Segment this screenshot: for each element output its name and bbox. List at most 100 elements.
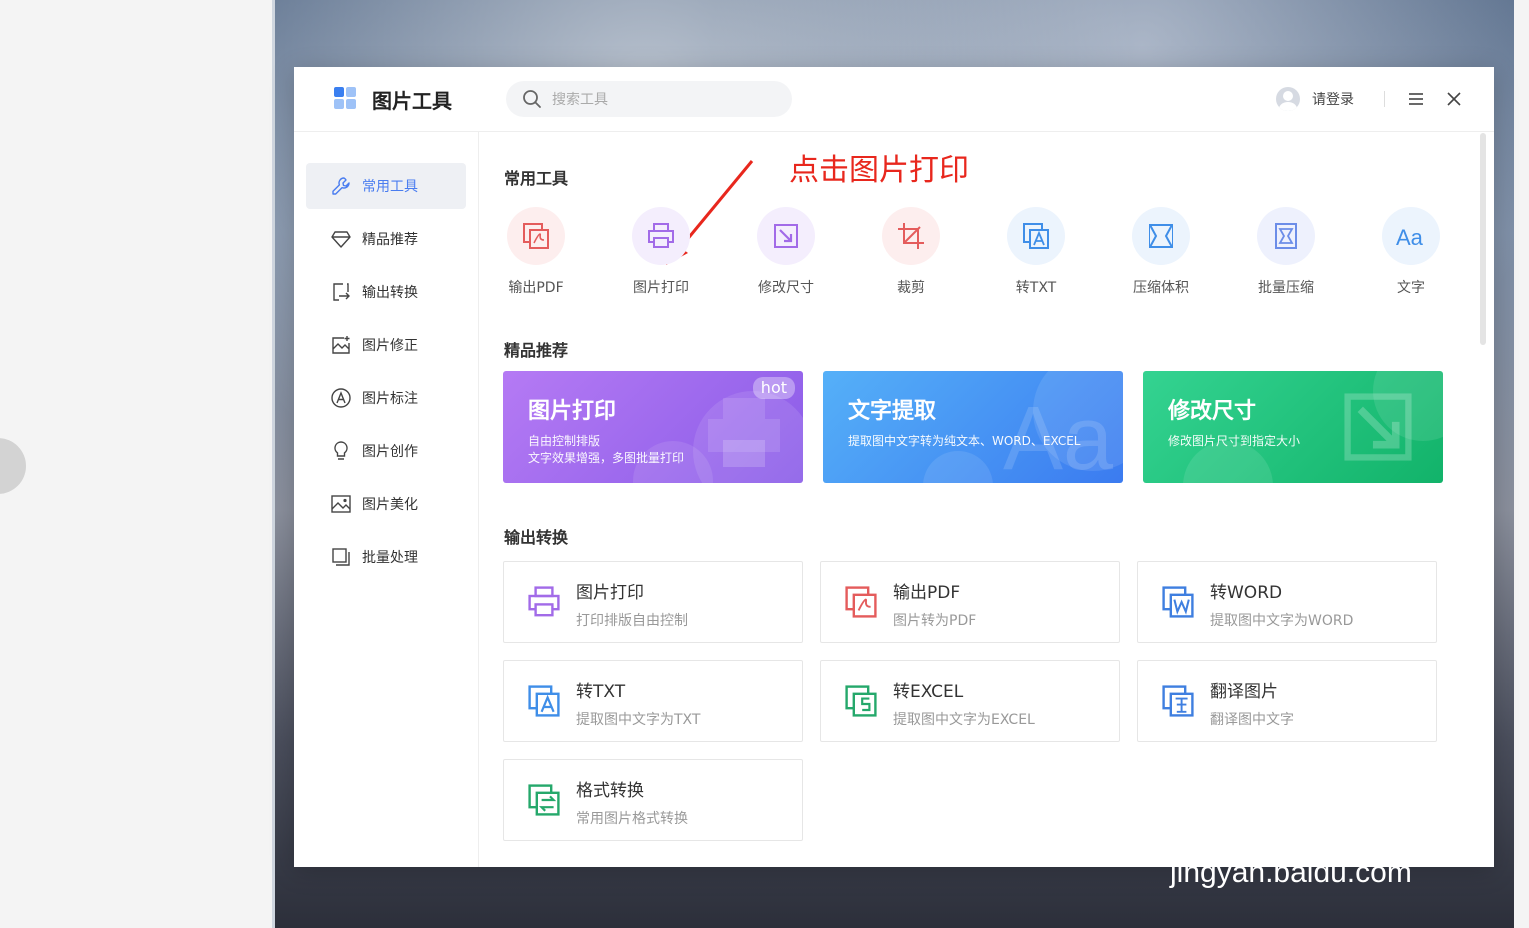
- card-desc-line: 自由控制排版: [528, 434, 601, 448]
- search-box[interactable]: [506, 81, 792, 117]
- output-tool-txt[interactable]: 转TXT 提取图中文字为TXT: [503, 660, 803, 742]
- sidebar-item-output[interactable]: 输出转换: [306, 269, 466, 315]
- watermark: Baidu经验 jingyan.baidu.com: [1170, 760, 1470, 900]
- resize-watermark-icon: [1344, 393, 1412, 461]
- sidebar-item-label: 精品推荐: [362, 232, 418, 248]
- sidebar-item-label: 图片创作: [362, 444, 418, 460]
- pdf-icon: [845, 586, 877, 618]
- login-area[interactable]: 请登录: [1276, 85, 1354, 113]
- search-input[interactable]: [550, 87, 774, 113]
- sidebar-item-featured[interactable]: 精品推荐: [306, 216, 466, 262]
- avatar[interactable]: [1276, 87, 1300, 111]
- watermark-site: jingyan.baidu.com: [1170, 856, 1412, 889]
- output-tool-title: 转EXCEL: [893, 682, 964, 702]
- batch-compress-icon: [1275, 223, 1297, 249]
- app-logo-icon: [334, 87, 358, 111]
- txt-icon: [1023, 223, 1049, 249]
- bulb-icon: [334, 441, 348, 460]
- output-tool-desc: 提取图中文字为TXT: [576, 712, 701, 728]
- tool-label: 输出PDF: [508, 280, 564, 296]
- login-label[interactable]: 请登录: [1312, 89, 1354, 109]
- close-button[interactable]: [1444, 89, 1464, 109]
- tool-text[interactable]: Aa 文字: [1366, 207, 1456, 307]
- output-tool-excel[interactable]: 转EXCEL 提取图中文字为EXCEL: [820, 660, 1120, 742]
- side-nav-button[interactable]: [0, 438, 26, 494]
- tool-label: 文字: [1397, 280, 1425, 296]
- sidebar-item-annotate[interactable]: 图片标注: [306, 375, 466, 421]
- tool-label: 转TXT: [1015, 280, 1057, 296]
- card-title: 修改尺寸: [1168, 399, 1257, 424]
- tool-output-pdf[interactable]: 输出PDF: [491, 207, 581, 307]
- app-title: 图片工具: [372, 89, 452, 113]
- tool-image-print[interactable]: 图片打印: [616, 207, 706, 307]
- annotate-icon: [331, 388, 351, 408]
- sidebar-item-beautify[interactable]: 图片美化: [306, 481, 466, 527]
- tool-icon-wrap: [507, 207, 565, 265]
- text-icon: Aa: [1396, 225, 1424, 250]
- output-tool-format[interactable]: 格式转换 常用图片格式转换: [503, 759, 803, 841]
- card-title: 图片打印: [528, 399, 617, 424]
- sidebar-item-label: 图片美化: [362, 497, 418, 513]
- txt-icon: [528, 685, 560, 717]
- output-tool-translate[interactable]: 翻译图片 翻译图中文字: [1137, 660, 1437, 742]
- card-desc-line: 修改图片尺寸到指定大小: [1168, 434, 1301, 448]
- output-tool-desc: 图片转为PDF: [893, 613, 977, 629]
- pdf-icon: [523, 223, 549, 249]
- featured-card-print[interactable]: hot 图片打印 自由控制排版 文字效果增强，多图批量打印: [503, 371, 803, 483]
- batch-icon: [332, 548, 350, 566]
- card-title: 文字提取: [848, 399, 937, 424]
- output-tool-title: 翻译图片: [1210, 682, 1278, 702]
- translate-icon: [1162, 685, 1194, 717]
- menu-button[interactable]: [1406, 89, 1426, 109]
- tool-to-txt[interactable]: 转TXT: [991, 207, 1081, 307]
- output-tool-title: 格式转换: [576, 781, 644, 801]
- tool-icon-wrap: [1257, 207, 1315, 265]
- card-desc: 自由控制排版 文字效果增强，多图批量打印: [528, 433, 728, 467]
- svg-text:Aa: Aa: [1396, 225, 1424, 250]
- sidebar-item-label: 图片修正: [362, 338, 418, 354]
- diamond-icon: [331, 231, 351, 248]
- tool-resize[interactable]: 修改尺寸: [741, 207, 831, 307]
- output-tool-desc: 提取图中文字为WORD: [1210, 613, 1354, 629]
- tool-label: 裁剪: [897, 280, 925, 296]
- compress-icon: [1149, 224, 1173, 248]
- tool-label: 压缩体积: [1133, 280, 1189, 296]
- tool-icon-wrap: Aa: [1382, 207, 1440, 265]
- image-tools-window: 图片工具 请登录: [294, 67, 1494, 867]
- featured-card-resize[interactable]: 修改尺寸 修改图片尺寸到指定大小: [1143, 371, 1443, 483]
- output-tool-desc: 翻译图中文字: [1210, 712, 1294, 728]
- section-title-output: 输出转换: [504, 528, 569, 547]
- tool-icon-wrap: [1007, 207, 1065, 265]
- image-icon: [331, 495, 351, 513]
- annotation-text: 点击图片打印: [789, 153, 969, 188]
- output-tool-pdf[interactable]: 输出PDF 图片转为PDF: [820, 561, 1120, 643]
- tool-icon-wrap: [1132, 207, 1190, 265]
- printer-icon: [648, 223, 674, 248]
- output-tool-title: 转TXT: [576, 682, 626, 702]
- wrench-icon: [332, 177, 350, 195]
- card-desc: 提取图中文字转为纯文本、WORD、EXCEL: [848, 433, 1118, 450]
- sidebar-item-common-tools[interactable]: 常用工具: [306, 163, 466, 209]
- window-header: 图片工具 请登录: [294, 67, 1494, 132]
- tool-batch-compress[interactable]: 批量压缩: [1241, 207, 1331, 307]
- tool-crop[interactable]: 裁剪: [866, 207, 956, 307]
- sidebar-item-create[interactable]: 图片创作: [306, 428, 466, 474]
- featured-card-text-extract[interactable]: Aa 文字提取 提取图中文字转为纯文本、WORD、EXCEL: [823, 371, 1123, 483]
- output-tool-desc: 打印排版自由控制: [576, 613, 688, 629]
- output-tool-title: 图片打印: [576, 583, 644, 603]
- sidebar-item-image-fix[interactable]: 图片修正: [306, 322, 466, 368]
- crop-icon: [898, 223, 924, 249]
- format-icon: [528, 784, 560, 816]
- sidebar-item-batch[interactable]: 批量处理: [306, 534, 466, 580]
- tool-icon-wrap: [757, 207, 815, 265]
- printer-icon: [528, 586, 560, 617]
- tool-compress[interactable]: 压缩体积: [1116, 207, 1206, 307]
- sidebar-item-label: 批量处理: [362, 550, 418, 566]
- output-tool-print[interactable]: 图片打印 打印排版自由控制: [503, 561, 803, 643]
- sidebar-item-label: 图片标注: [362, 391, 418, 407]
- scrollbar[interactable]: [1480, 133, 1486, 345]
- tool-label: 批量压缩: [1258, 280, 1314, 296]
- output-tool-word[interactable]: 转WORD 提取图中文字为WORD: [1137, 561, 1437, 643]
- tool-icon-wrap: [632, 207, 690, 265]
- header-divider: [1384, 91, 1385, 107]
